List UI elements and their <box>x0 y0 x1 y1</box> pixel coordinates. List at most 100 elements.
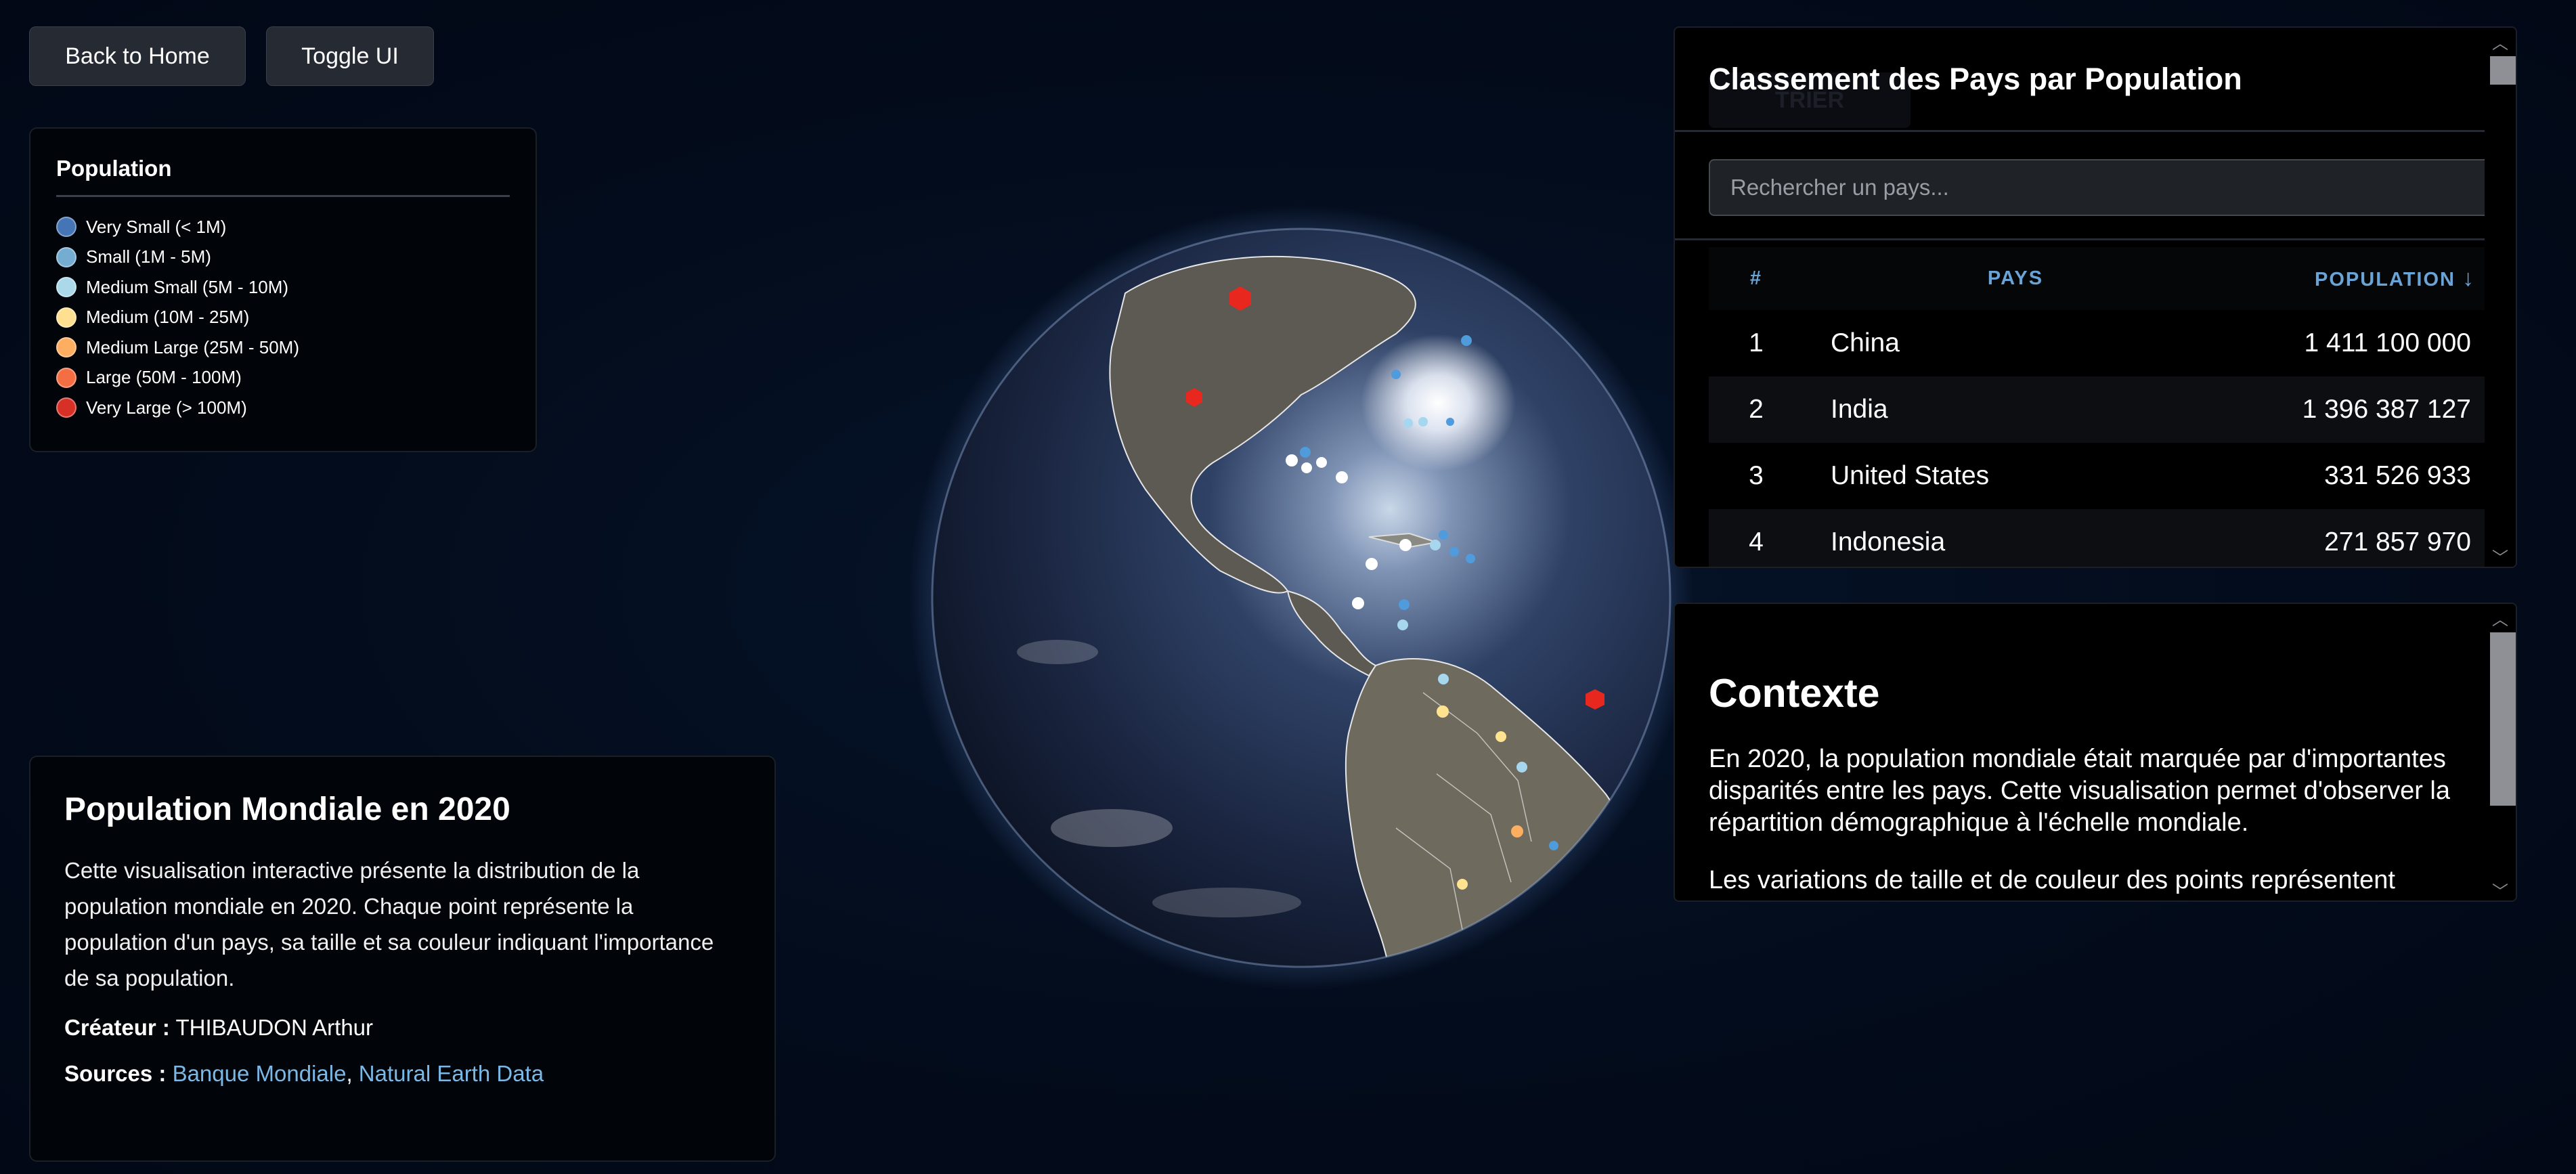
back-to-home-button[interactable]: Back to Home <box>29 26 246 86</box>
country-search-input[interactable] <box>1709 159 2498 216</box>
sun-glare <box>1220 300 1572 611</box>
sort-down-icon[interactable]: ↓ <box>2462 265 2475 291</box>
marker-bolivia[interactable] <box>1438 674 1449 684</box>
creator-label: Créateur : <box>64 1015 170 1040</box>
legend-swatch <box>56 277 77 298</box>
creator-line: Créateur : THIBAUDON Arthur <box>64 1015 741 1041</box>
marker-chile[interactable] <box>1496 731 1506 742</box>
cloud <box>1051 809 1173 847</box>
rank-cell: 2 <box>1749 395 1764 424</box>
marker-honduras[interactable] <box>1286 454 1298 466</box>
legend-swatch <box>56 217 77 238</box>
legend-item: Very Large (> 100M) <box>56 393 510 423</box>
marker-guyana[interactable] <box>1430 540 1441 550</box>
context-paragraph-2: Les variations de taille et de couleur d… <box>1709 866 2395 894</box>
table-header: # PAYS POPULATION ↓ <box>1709 247 2498 310</box>
info-title: Population Mondiale en 2020 <box>64 791 510 827</box>
legend-list: Very Small (< 1M) Small (1M - 5M) Medium S… <box>56 212 510 423</box>
sources-label: Sources : <box>64 1061 167 1086</box>
column-header-population[interactable]: POPULATION ↓ <box>2227 265 2498 292</box>
table-row[interactable]: 1 China 1 411 100 000 <box>1709 310 2498 376</box>
ranking-table: # PAYS POPULATION ↓ 1 China 1 411 100 000 2 I… <box>1709 247 2498 567</box>
marker-colombia[interactable] <box>1366 558 1378 570</box>
column-header-country[interactable]: PAYS <box>1804 267 2227 290</box>
legend-title: Population <box>56 156 510 197</box>
marker-puerto-rico[interactable] <box>1446 418 1454 426</box>
legend-item: Medium Small (5M - 10M) <box>56 272 510 303</box>
legend-item: Medium Large (25M - 50M) <box>56 332 510 363</box>
population-cell: 271 857 970 <box>2324 527 2471 557</box>
up-arrow-icon[interactable]: ︿ <box>2485 604 2516 631</box>
source-link-banque-mondiale[interactable]: Banque Mondiale <box>173 1061 347 1086</box>
globe-graphic[interactable] <box>909 205 1694 991</box>
cloud <box>1152 888 1301 917</box>
source-separator: , <box>346 1061 353 1086</box>
marker-french-guiana[interactable] <box>1466 554 1475 563</box>
marker-nicaragua[interactable] <box>1301 462 1312 473</box>
ranking-scrollbar[interactable]: ︿ ﹀ <box>2485 28 2516 567</box>
table-body: 1 China 1 411 100 000 2 India 1 396 387 127 3 U… <box>1709 310 2498 567</box>
legend-item: Small (1M - 5M) <box>56 242 510 273</box>
marker-venezuela[interactable] <box>1399 539 1412 551</box>
info-panel: Population Mondiale en 2020 Cette visual… <box>29 756 776 1162</box>
context-panel: Contexte En 2020, la population mondiale… <box>1674 603 2517 902</box>
legend-label: Medium Small (5M - 10M) <box>86 276 289 297</box>
legend-swatch <box>56 397 77 418</box>
down-arrow-icon[interactable]: ﹀ <box>2485 542 2516 567</box>
population-cell: 1 411 100 000 <box>2304 328 2471 357</box>
marker-haiti[interactable] <box>1418 417 1428 427</box>
table-row[interactable]: 4 Indonesia 271 857 970 <box>1709 509 2498 567</box>
country-cell: United States <box>1831 461 1990 490</box>
info-description: Cette visualisation interactive présente… <box>64 858 714 991</box>
marker-panama[interactable] <box>1336 471 1348 483</box>
legend-label: Very Small (< 1M) <box>86 216 227 237</box>
marker-peru-north[interactable] <box>1352 597 1364 609</box>
globe-view[interactable] <box>909 205 1694 991</box>
ranking-title: Classement des Pays par Population <box>1709 62 2242 96</box>
legend-label: Large (50M - 100M) <box>86 367 242 388</box>
legend-swatch <box>56 307 77 328</box>
table-row[interactable]: 3 United States 331 526 933 <box>1709 443 2498 509</box>
up-arrow-icon[interactable]: ︿ <box>2485 28 2516 55</box>
marker-costa-rica[interactable] <box>1316 457 1327 468</box>
ranking-scroll-thumb[interactable] <box>2490 56 2516 85</box>
source-link-natural-earth[interactable]: Natural Earth Data <box>359 1061 544 1086</box>
column-header-rank[interactable]: # <box>1709 267 1804 290</box>
marker-paraguay[interactable] <box>1516 762 1527 773</box>
marker-peru[interactable] <box>1437 705 1449 718</box>
marker-cuba[interactable] <box>1403 418 1413 428</box>
marker-suriname[interactable] <box>1449 547 1459 557</box>
marker-uruguay[interactable] <box>1549 841 1558 850</box>
population-cell: 1 396 387 127 <box>2302 395 2471 424</box>
marker-bahamas[interactable] <box>1391 370 1401 379</box>
legend-label: Small (1M - 5M) <box>86 246 211 267</box>
context-paragraph-1: En 2020, la population mondiale était ma… <box>1709 745 2451 837</box>
context-title: Contexte <box>1709 671 1880 716</box>
legend-swatch <box>56 246 77 267</box>
down-arrow-icon[interactable]: ﹀ <box>2485 876 2516 901</box>
marker-galapagos[interactable] <box>1397 619 1408 630</box>
ranking-header: TRIER Classement des Pays par Population <box>1675 28 2516 132</box>
population-legend: Population Very Small (< 1M) Small (1M - … <box>29 127 537 452</box>
column-header-population-label: POPULATION <box>2315 269 2455 290</box>
marker-guatemala[interactable] <box>1300 447 1311 458</box>
sources-line: Sources : Banque Mondiale, Natural Earth… <box>64 1061 741 1087</box>
marker-trinidad[interactable] <box>1439 530 1448 540</box>
ranking-panel: TRIER Classement des Pays par Population… <box>1674 26 2517 568</box>
toggle-ui-button[interactable]: Toggle UI <box>266 26 434 86</box>
legend-item: Large (50M - 100M) <box>56 363 510 393</box>
rank-cell: 1 <box>1749 328 1764 357</box>
context-scroll-thumb[interactable] <box>2490 632 2516 806</box>
marker-chile-south[interactable] <box>1457 879 1468 890</box>
legend-label: Medium (10M - 25M) <box>86 307 250 328</box>
marker-ecuador[interactable] <box>1399 599 1410 610</box>
marker-argentina[interactable] <box>1511 825 1523 838</box>
population-cell: 331 526 933 <box>2324 461 2471 490</box>
creator-name: THIBAUDON Arthur <box>175 1015 374 1040</box>
table-row[interactable]: 2 India 1 396 387 127 <box>1709 376 2498 443</box>
country-cell: China <box>1831 328 1900 357</box>
marker-bermuda[interactable] <box>1461 335 1472 346</box>
context-scrollbar[interactable]: ︿ ﹀ <box>2485 604 2516 901</box>
app-stage: Back to Home Toggle UI Population Very S… <box>0 0 2576 1174</box>
legend-item: Medium (10M - 25M) <box>56 303 510 333</box>
